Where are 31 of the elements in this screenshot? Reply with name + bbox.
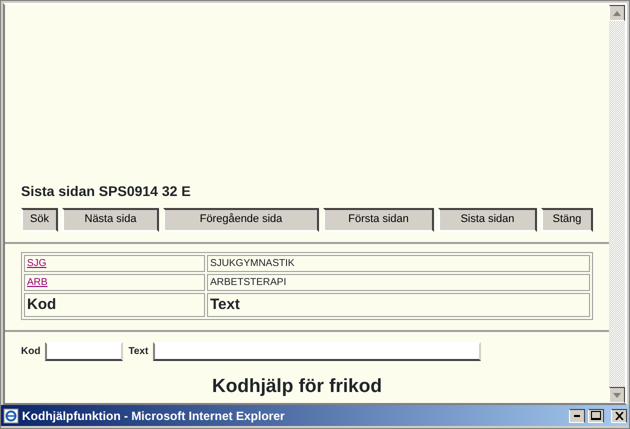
minimize-button[interactable] (569, 408, 585, 422)
table-cell: ARBETSTERAPI (207, 274, 590, 290)
close-button[interactable] (611, 408, 627, 422)
page-info: Sista sidan SPS0914 32 E (21, 182, 192, 200)
down-arrow-icon (613, 392, 621, 398)
maximize-button[interactable] (588, 408, 604, 422)
code-link[interactable]: ARB (27, 276, 48, 288)
table-cell: SJUKGYMNASTIK (207, 254, 590, 272)
column-header: Text (207, 292, 590, 317)
code-link[interactable]: SJG (27, 258, 46, 268)
field-label: Text (128, 345, 148, 359)
window-title: Kodhjälpfunktion - Microsoft Internet Explorer (22, 408, 285, 424)
nav-button[interactable]: Föregående sida (163, 208, 319, 232)
close-icon (614, 412, 624, 420)
nav-button[interactable]: Nästa sida (62, 208, 159, 232)
nav-button[interactable]: Sök (21, 208, 58, 232)
nav-button[interactable]: Första sidan (323, 208, 434, 232)
browser-icon (3, 408, 19, 424)
column-header: Kod (24, 292, 206, 317)
page-heading: Kodhjälp för frikod (211, 375, 383, 399)
field-label: Kod (21, 345, 40, 359)
input-field[interactable] (45, 342, 124, 361)
scroll-button[interactable] (609, 387, 625, 403)
nav-button[interactable]: Stäng (541, 208, 593, 232)
input-field[interactable] (153, 342, 482, 361)
up-arrow-icon (613, 10, 621, 16)
minimize-icon (574, 414, 580, 416)
maximize-icon (591, 411, 601, 420)
scrollbar[interactable] (609, 5, 625, 403)
scroll-button[interactable] (609, 5, 625, 21)
nav-button[interactable]: Sista sidan (438, 208, 537, 232)
